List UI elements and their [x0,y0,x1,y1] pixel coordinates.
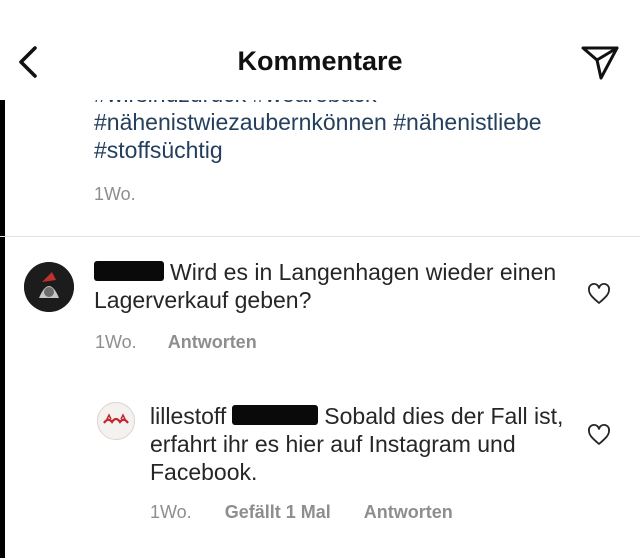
avatar[interactable] [24,262,74,312]
redacted-username[interactable] [94,261,164,281]
reply-button[interactable]: Antworten [364,502,453,523]
top-bar: Kommentare [0,0,640,100]
hashtag[interactable]: #stoffsüchtig [94,137,223,163]
caption-timestamp: 1Wo. [94,184,136,204]
hashtag[interactable]: #nähenistwiezaubernkönnen [94,109,387,135]
comment-text: lillestoff Sobald dies der Fall ist, erfa… [150,402,580,486]
heart-icon[interactable] [587,423,611,447]
comment-timestamp: 1Wo. [95,332,137,352]
hashtag[interactable]: #nähenistliebe [393,109,541,135]
comment-text: Wird es in Langenhagen wieder einen Lage… [94,258,574,314]
avatar[interactable] [97,402,135,440]
redacted-mention[interactable] [232,405,319,425]
reply-button[interactable]: Antworten [168,332,257,353]
comment-username[interactable]: lillestoff [150,403,226,429]
comment-meta: 1Wo. Antworten [95,332,257,353]
share-button[interactable] [579,42,621,82]
likes-count[interactable]: Gefällt 1 Mal [225,502,331,523]
comment-meta: 1Wo. Gefällt 1 Mal Antworten [150,502,453,523]
lillestoff-logo-icon [103,413,129,424]
comment-timestamp: 1Wo. [150,502,192,522]
caption-divider [0,236,640,237]
page-title: Kommentare [237,46,403,76]
avatar-image-icon [24,262,74,312]
heart-icon[interactable] [587,282,611,306]
paper-plane-icon [581,46,619,80]
